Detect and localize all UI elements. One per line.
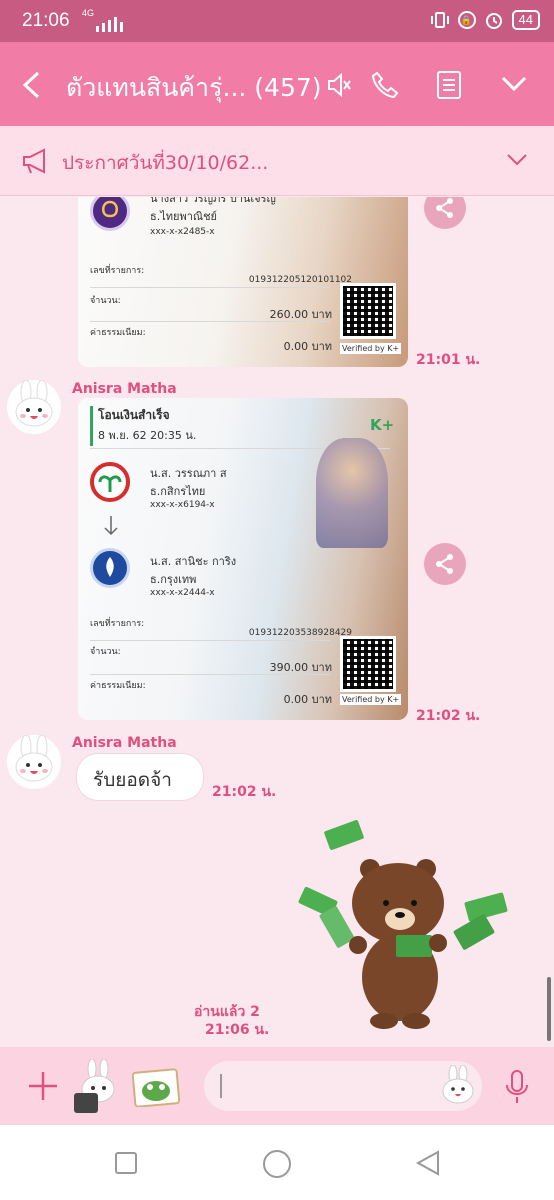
bbl-logo-icon (90, 548, 130, 588)
cony-bunny-icon (15, 734, 53, 782)
message-input[interactable] (204, 1061, 482, 1111)
emoji-sticker-icon[interactable] (438, 1065, 478, 1107)
verified-label: Verified by K+ (340, 343, 402, 354)
sender-account-name: น.ส. วรรณภา ส (150, 467, 227, 480)
fee-label: ค่าธรรมเนียม: (90, 681, 146, 691)
status-bar: 21:06 4G 🔒 44 (0, 0, 554, 42)
recipient-account: xxx-x-x2444-x (150, 588, 215, 598)
ref-label: เลขที่รายการ: (90, 266, 145, 276)
recipient-name: น.ส. สานิชะ การิง (150, 555, 237, 568)
recipient-bank: ธ.ไทยพาณิชย์ (150, 210, 217, 223)
chevron-down-icon[interactable] (500, 74, 528, 94)
alarm-icon (485, 13, 502, 29)
slip-date: 8 พ.ย. 62 20:35 น. (98, 429, 197, 442)
microphone-icon[interactable] (504, 1069, 530, 1105)
avatar[interactable] (7, 379, 61, 434)
message-bubble[interactable]: รับยอดจ้า (76, 753, 204, 801)
sender-name: Anisra Matha (72, 381, 177, 397)
arrow-down-icon (104, 516, 118, 536)
brown-bear-money-sticker[interactable] (296, 817, 520, 1035)
expand-icon[interactable] (506, 152, 528, 168)
announcement-text: ประกาศวันที่30/10/62... (62, 152, 269, 174)
message-timestamp: 21:06 น. (205, 1022, 270, 1038)
status-time: 21:06 (22, 10, 70, 31)
system-nav-bar (0, 1125, 554, 1200)
qr-code (340, 283, 396, 339)
transfer-slip-image[interactable]: นางสาว วรัญภร ปานเจริญ ธ.ไทยพาณิชย์ xxx-… (78, 197, 408, 367)
battery-icon: 44 (511, 10, 540, 30)
scrollbar[interactable] (547, 977, 551, 1041)
sender-account: xxx-x-x6194-x (150, 500, 215, 510)
back-nav-icon[interactable] (414, 1149, 442, 1177)
ref-value: 019312203538928429 (248, 628, 352, 638)
network-type: 4G (82, 8, 95, 18)
share-icon (436, 198, 453, 218)
kplus-logo: K+ (370, 416, 395, 434)
plus-icon[interactable] (26, 1069, 60, 1103)
announcement-bar[interactable]: ประกาศวันที่30/10/62... (0, 126, 554, 196)
back-icon[interactable] (20, 70, 42, 100)
message-timestamp: 21:02 น. (416, 708, 481, 724)
fee-value: 0.00 บาท (283, 693, 332, 706)
transfer-slip-image[interactable]: โอนเงินสำเร็จ 8 พ.ย. 62 20:35 น. K+ น.ส.… (78, 398, 408, 720)
share-button[interactable] (424, 543, 466, 585)
photo-icon[interactable] (132, 1067, 180, 1107)
recent-apps-icon[interactable] (114, 1151, 138, 1175)
signal-icon (96, 17, 123, 32)
decorative-illustration (316, 438, 388, 548)
avatar[interactable] (7, 734, 61, 789)
lock-icon: 🔒 (457, 11, 476, 29)
scb-logo-icon (90, 197, 130, 231)
recipient-account: xxx-x-x2485-x (150, 227, 215, 237)
fee-label: ค่าธรรมเนียม: (90, 328, 146, 338)
sender-bank: ธ.กสิกรไทย (150, 485, 206, 498)
message-timestamp: 21:01 น. (416, 352, 481, 368)
recipient-name: นางสาว วรัญภร ปานเจริญ (150, 197, 276, 205)
slip-title: โอนเงินสำเร็จ (98, 408, 170, 422)
mute-icon[interactable] (326, 72, 352, 98)
ref-value: 019312205120101102 (248, 275, 352, 285)
message-timestamp: 21:02 น. (212, 784, 277, 800)
amount-label: จำนวน: (90, 296, 121, 306)
verified-label: Verified by K+ (340, 694, 402, 705)
cony-bunny-icon (15, 379, 53, 427)
share-icon (436, 554, 453, 574)
bear-sticker-icon (298, 820, 508, 1029)
message-input-bar (0, 1047, 554, 1125)
chat-title: ตัวแทนสินค้ารุ่... (457) (66, 73, 322, 102)
chat-header: ตัวแทนสินค้ารุ่... (457) (0, 42, 554, 126)
notes-icon[interactable] (436, 70, 462, 100)
fee-value: 0.00 บาท (283, 340, 332, 353)
sticker-shop-icon[interactable] (70, 1059, 122, 1115)
home-icon[interactable] (262, 1149, 292, 1179)
kbank-logo-icon (90, 462, 130, 502)
vibrate-icon (430, 12, 449, 28)
sender-name: Anisra Matha (72, 735, 177, 751)
ref-label: เลขที่รายการ: (90, 619, 145, 629)
chat-area[interactable]: นางสาว วรัญภร ปานเจริญ ธ.ไทยพาณิชย์ xxx-… (0, 197, 554, 1047)
share-button[interactable] (424, 197, 466, 229)
phone-icon[interactable] (370, 70, 400, 100)
recipient-bank: ธ.กรุงเทพ (150, 573, 197, 586)
message-text: รับยอดจ้า (93, 769, 172, 791)
amount-label: จำนวน: (90, 647, 121, 657)
megaphone-icon (23, 148, 45, 174)
qr-code (340, 636, 396, 692)
